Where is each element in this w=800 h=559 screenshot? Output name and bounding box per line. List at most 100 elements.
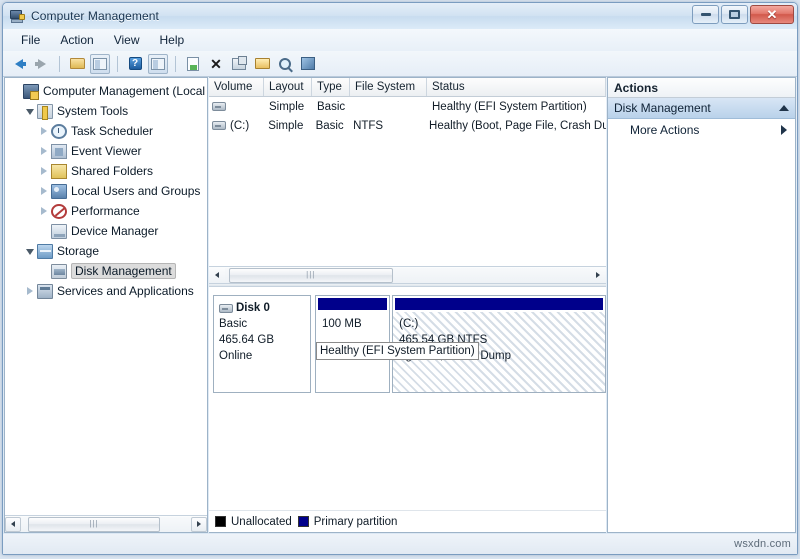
tree-scroll-left-button[interactable]: [5, 516, 21, 532]
tree-item-storage[interactable]: Storage: [5, 241, 207, 261]
event-viewer-icon: [51, 143, 67, 159]
tree-item-task-scheduler[interactable]: Task Scheduler: [5, 121, 207, 141]
disk-capacity: 465.64 GB: [219, 334, 274, 346]
tree-item-performance[interactable]: Performance: [5, 201, 207, 221]
legend-swatch: [297, 516, 309, 527]
volume-scroll-grip: |||: [306, 270, 316, 279]
help-icon[interactable]: ?: [125, 54, 145, 74]
tree-item-label: Services and Applications: [57, 284, 194, 298]
window-controls: ✕: [692, 5, 794, 24]
services-applications-icon: [37, 283, 53, 299]
volume-list-rows: Simple Basic Healthy (EFI System Partition…: [209, 97, 606, 266]
close-button[interactable]: ✕: [750, 5, 794, 24]
menu-action[interactable]: Action: [50, 31, 103, 49]
disk-info[interactable]: Disk 0 Basic 465.64 GB Online: [213, 295, 311, 393]
partition-tooltip: Healthy (EFI System Partition): [316, 342, 479, 360]
volume-cell-layout: Simple: [269, 100, 305, 113]
volume-cell-layout: Simple: [268, 119, 304, 132]
properties-panel-icon[interactable]: [148, 53, 168, 74]
column-header-file-system[interactable]: File System: [350, 78, 427, 96]
chevron-up-icon[interactable]: [779, 105, 789, 111]
chevron-right-icon[interactable]: [37, 147, 51, 155]
menu-help[interactable]: Help: [150, 31, 195, 49]
tree-item-label: Storage: [57, 244, 100, 258]
shared-folders-icon: [51, 163, 67, 179]
tree-item-computer-management-local[interactable]: Computer Management (Local: [5, 81, 207, 101]
legend-label: Unallocated: [231, 515, 292, 528]
chevron-right-icon[interactable]: [37, 207, 51, 215]
minimize-button[interactable]: [692, 5, 719, 24]
refresh-icon[interactable]: [183, 54, 203, 74]
tree-item-disk-management[interactable]: Disk Management: [5, 261, 207, 281]
title-bar: Computer Management ✕: [3, 3, 797, 29]
partition-color-bar: [318, 298, 388, 310]
legend-item: Unallocated: [215, 516, 292, 528]
chevron-right-icon[interactable]: [37, 127, 51, 135]
find-icon[interactable]: [275, 54, 295, 74]
tree-scroll-thumb[interactable]: |||: [27, 516, 161, 532]
device-manager-icon: [51, 223, 67, 239]
disk-management-icon: [51, 263, 67, 279]
disk-name: Disk 0: [236, 302, 270, 314]
storage-icon: [37, 243, 53, 259]
volume-cell-type: Basic: [317, 100, 346, 113]
volume-cell-volume: (C:): [209, 120, 263, 132]
window-body: Computer Management (Local System Tools Ta…: [3, 77, 797, 534]
open-folder-icon[interactable]: [252, 54, 272, 74]
volume-row[interactable]: (C:) Simple Basic NTFS Healthy (Boot, Page F…: [209, 116, 606, 135]
console-tree-pane: Computer Management (Local System Tools Ta…: [4, 77, 208, 533]
action-item-more-actions[interactable]: More Actions: [608, 119, 795, 140]
column-header-volume[interactable]: Volume: [209, 78, 264, 96]
console-tree: Computer Management (Local System Tools Ta…: [5, 78, 207, 515]
tree-scroll-right-button[interactable]: [191, 516, 207, 532]
drive-icon: [212, 121, 226, 130]
column-header-layout[interactable]: Layout: [264, 78, 312, 96]
actions-pane: Actions Disk Management More Actions: [607, 77, 796, 533]
menu-view[interactable]: View: [104, 31, 150, 49]
partition-legend: Unallocated Primary partition: [209, 510, 606, 532]
local-users-groups-icon: [51, 183, 67, 199]
maximize-button[interactable]: [721, 5, 748, 24]
tree-item-label: Event Viewer: [71, 144, 142, 158]
up-folder-icon[interactable]: [67, 54, 87, 74]
chevron-right-icon[interactable]: [37, 167, 51, 175]
menu-file[interactable]: File: [11, 31, 50, 49]
forward-arrow-icon[interactable]: [32, 54, 52, 74]
tree-item-event-viewer[interactable]: Event Viewer: [5, 141, 207, 161]
column-header-status[interactable]: Status: [427, 78, 606, 96]
volume-list: Volume Layout Type File System Status Simple…: [209, 78, 606, 283]
delete-icon[interactable]: ✕: [206, 54, 226, 74]
volume-scroll-thumb[interactable]: |||: [228, 267, 393, 283]
menu-bar: File Action View Help: [3, 29, 797, 51]
tree-item-label: System Tools: [57, 104, 129, 118]
volume-scroll-track[interactable]: |||: [225, 267, 590, 283]
chevron-down-icon[interactable]: [23, 107, 37, 115]
watermark: wsxdn.com: [734, 538, 791, 550]
chevron-down-icon[interactable]: [23, 247, 37, 255]
show-hide-console-tree-icon[interactable]: [90, 53, 110, 74]
column-header-type[interactable]: Type: [312, 78, 350, 96]
legend-swatch: [215, 516, 226, 527]
tree-item-system-tools[interactable]: System Tools: [5, 101, 207, 121]
chevron-right-icon[interactable]: [37, 187, 51, 195]
tree-item-device-manager[interactable]: Device Manager: [5, 221, 207, 241]
volume-row[interactable]: Simple Basic Healthy (EFI System Partition…: [209, 97, 606, 116]
properties-icon[interactable]: [229, 54, 249, 74]
volume-scroll-right-button[interactable]: [590, 268, 606, 283]
tree-item-local-users-and-groups[interactable]: Local Users and Groups: [5, 181, 207, 201]
chevron-right-icon[interactable]: [23, 287, 37, 295]
tree-item-services-and-applications[interactable]: Services and Applications: [5, 281, 207, 301]
window-title: Computer Management: [31, 9, 159, 23]
tree-scroll-track[interactable]: |||: [21, 516, 191, 532]
actions-group-disk-management[interactable]: Disk Management: [608, 98, 795, 119]
tree-item-shared-folders[interactable]: Shared Folders: [5, 161, 207, 181]
rescan-disks-icon[interactable]: [298, 54, 318, 74]
computer-management-icon: [9, 8, 25, 24]
volume-horizontal-scrollbar[interactable]: |||: [209, 266, 606, 283]
volume-scroll-left-button[interactable]: [209, 268, 225, 283]
chevron-right-icon[interactable]: [781, 124, 787, 135]
disk-management-pane: Volume Layout Type File System Status Simple…: [209, 77, 606, 533]
back-arrow-icon[interactable]: [9, 54, 29, 74]
tree-horizontal-scrollbar[interactable]: |||: [5, 515, 207, 532]
volume-cell-volume: [209, 102, 264, 111]
